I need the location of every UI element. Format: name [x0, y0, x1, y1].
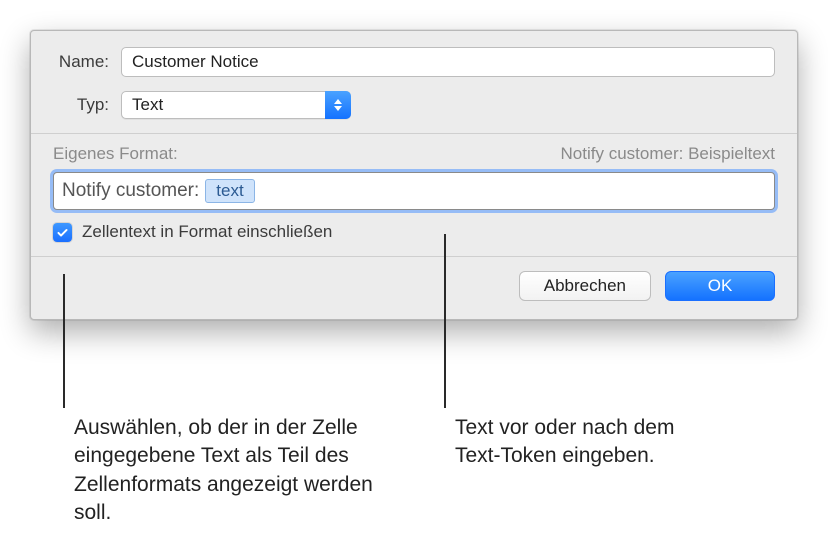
button-bar: Abbrechen OK [31, 256, 797, 319]
dialog-top-section: Name: Typ: Text [31, 31, 797, 133]
include-celltext-label: Zellentext in Format einschließen [82, 222, 332, 242]
custom-format-dialog: Name: Typ: Text Eigenes Format: Notify c… [30, 30, 798, 320]
type-select[interactable]: Text [121, 91, 351, 119]
name-row: Name: [53, 47, 775, 77]
format-field[interactable]: Notify customer: text [53, 172, 775, 210]
include-celltext-row: Zellentext in Format einschließen [53, 222, 775, 242]
format-prefix-text: Notify customer: [62, 180, 199, 202]
type-row: Typ: Text [53, 91, 775, 119]
type-label: Typ: [53, 95, 121, 115]
callout-text-left: Auswählen, ob der in der Zelle eingegebe… [74, 414, 394, 527]
callout-line-left [63, 274, 65, 408]
text-token[interactable]: text [205, 179, 254, 203]
ok-button[interactable]: OK [665, 271, 775, 301]
format-heading: Eigenes Format: [53, 144, 178, 164]
format-example: Notify customer: Beispieltext [561, 144, 775, 164]
chevron-up-icon [334, 99, 342, 104]
chevron-down-icon [334, 106, 342, 111]
format-header: Eigenes Format: Notify customer: Beispie… [53, 144, 775, 164]
cancel-button[interactable]: Abbrechen [519, 271, 651, 301]
type-select-value: Text [132, 95, 163, 115]
callout-text-right: Text vor oder nach dem Text-Token eingeb… [455, 414, 715, 471]
format-section: Eigenes Format: Notify customer: Beispie… [31, 134, 797, 256]
callout-line-right [444, 234, 446, 408]
include-celltext-checkbox[interactable] [53, 223, 72, 242]
type-select-button[interactable] [325, 91, 351, 119]
checkmark-icon [56, 226, 69, 239]
name-input[interactable] [121, 47, 775, 77]
name-label: Name: [53, 52, 121, 72]
